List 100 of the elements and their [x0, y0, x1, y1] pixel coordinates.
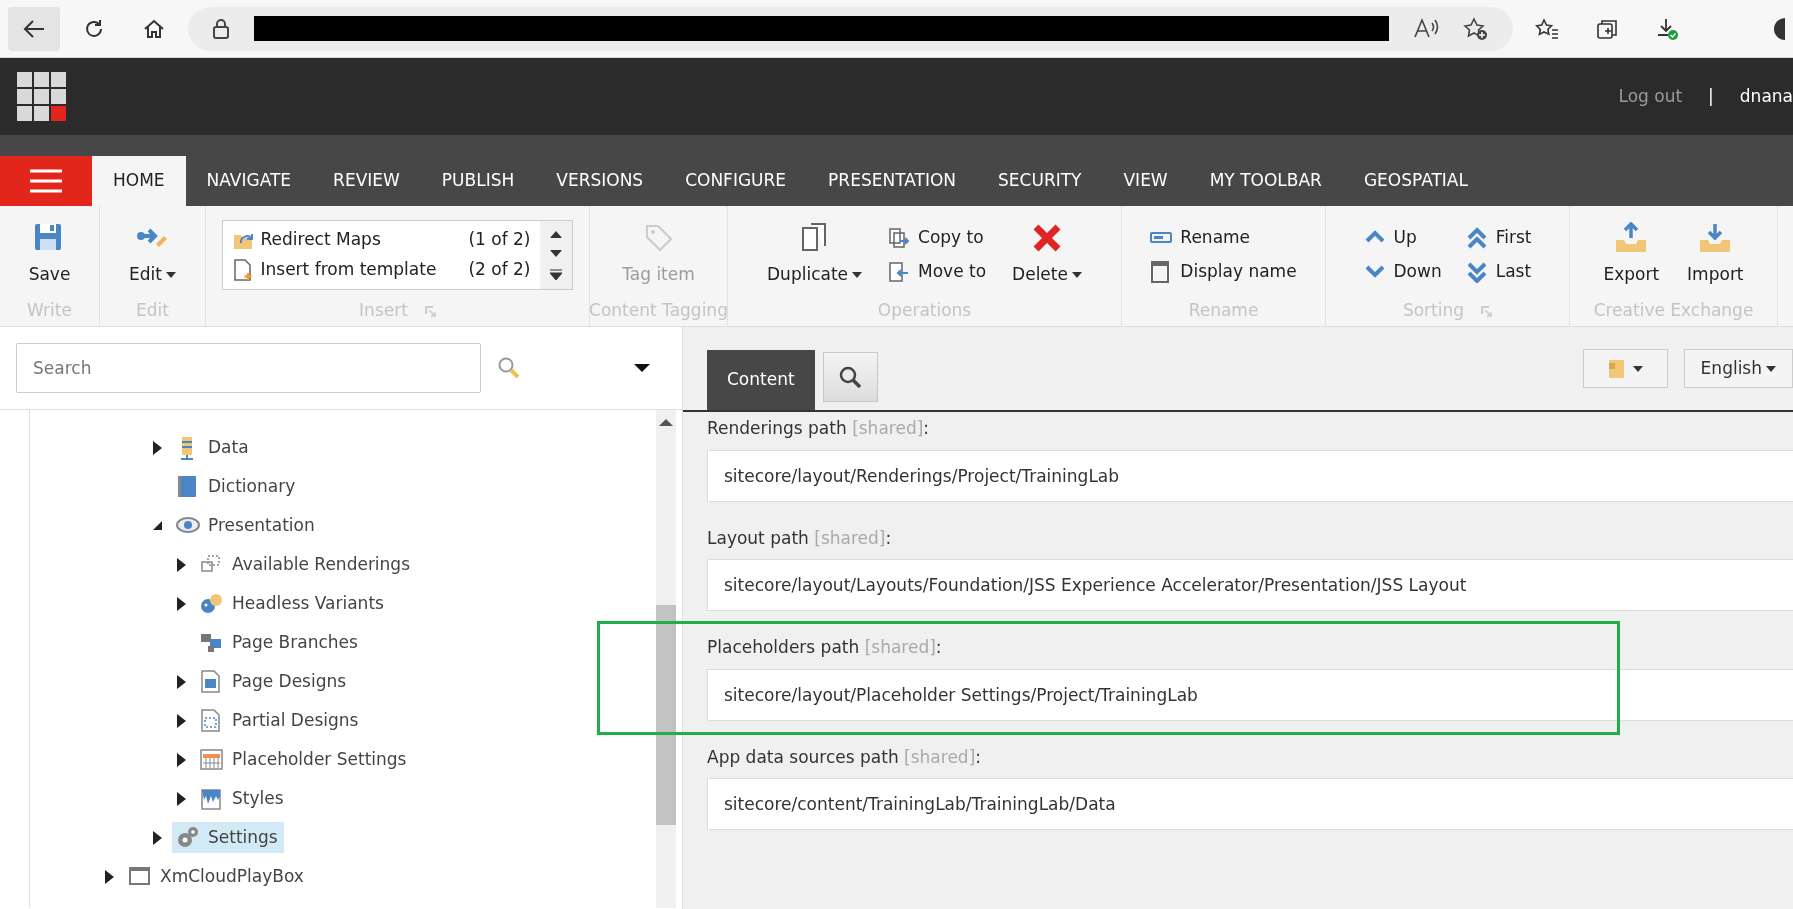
language-dropdown[interactable]: English	[1683, 349, 1793, 388]
logout-link[interactable]: Log out	[1618, 83, 1683, 110]
expand-toggle-icon[interactable]	[152, 440, 162, 455]
field-label: Renderings path [shared]:	[707, 417, 931, 440]
tree-item[interactable]: Page Branches	[196, 626, 364, 659]
ribbon-tab[interactable]: MY TOOLBAR	[1188, 156, 1343, 206]
ribbon-button[interactable]: Export	[1597, 222, 1666, 288]
download-icon[interactable]	[1655, 16, 1679, 41]
text-field[interactable]: sitecore/layout/Placeholder Settings/Project/TrainingLab	[707, 668, 1793, 721]
ribbon-button[interactable]: Display name	[1146, 257, 1301, 287]
ribbon-button[interactable]: Import	[1681, 222, 1750, 288]
caret-icon	[1766, 365, 1776, 372]
notebook-icon	[1607, 358, 1625, 379]
scroll-up-icon[interactable]	[550, 230, 563, 240]
caret-icon	[1071, 272, 1082, 278]
ribbon-button[interactable]: Up	[1359, 223, 1446, 253]
ribbon-tab[interactable]: GEOSPATIAL	[1342, 156, 1489, 206]
ribbon-tab[interactable]: VERSIONS	[535, 156, 665, 206]
field-label: Placeholders path [shared]:	[707, 636, 943, 659]
text-field[interactable]: sitecore/layout/Layouts/Foundation/JSS Experience Accelerator/Presentation/JSS Layout	[707, 559, 1793, 611]
collapse-toggle-icon[interactable]	[152, 521, 162, 530]
ribbon-tab[interactable]: CONFIGURE	[664, 156, 808, 206]
tree-item[interactable]: Settings	[172, 821, 284, 854]
ribbon-button[interactable]: Copy to	[884, 223, 991, 253]
search-icon[interactable]	[497, 356, 521, 380]
expand-toggle-icon[interactable]	[152, 830, 162, 845]
ribbon-tab[interactable]: VIEW	[1102, 156, 1189, 206]
ribbon-button[interactable]: Save	[22, 222, 77, 288]
tree-item[interactable]: Headless Variants	[196, 587, 390, 620]
expand-toggle-icon[interactable]	[176, 791, 186, 806]
tree-item[interactable]: Available Renderings	[196, 548, 417, 581]
ribbon-button[interactable]: Rename	[1146, 223, 1301, 253]
ribbon-tab[interactable]: PRESENTATION	[807, 156, 978, 206]
ribbon-tab[interactable]: PUBLISH	[420, 156, 536, 206]
download-tray-icon	[1699, 222, 1732, 255]
search-field[interactable]: Search	[16, 343, 481, 393]
tree-item[interactable]: Styles	[196, 782, 290, 815]
expand-gallery-icon[interactable]	[550, 268, 563, 280]
add-favorite-icon[interactable]	[1463, 16, 1489, 41]
new-page-icon	[232, 259, 253, 281]
expand-toggle-icon[interactable]	[176, 752, 186, 767]
collections-icon[interactable]	[1596, 17, 1618, 40]
home-icon[interactable]	[143, 17, 165, 40]
content-tab[interactable]: Content	[707, 350, 815, 410]
search-icon	[839, 366, 862, 388]
move-to-icon	[888, 261, 911, 283]
menu-button[interactable]	[0, 156, 92, 206]
scrollbar-thumb[interactable]	[656, 605, 676, 825]
insert-option[interactable]: Redirect Maps (1 of 2)	[226, 225, 537, 255]
app-logo-icon[interactable]	[16, 71, 68, 122]
tree-item[interactable]: Dictionary	[172, 470, 302, 503]
ribbon-tab[interactable]: HOME	[92, 156, 186, 206]
expand-toggle-icon[interactable]	[176, 596, 186, 611]
tree-item[interactable]: Data	[172, 431, 255, 464]
caret-icon	[165, 272, 176, 278]
separator-text: |	[1708, 84, 1714, 108]
search-tab-button[interactable]	[822, 352, 878, 402]
copy-to-icon	[888, 227, 911, 249]
user-name[interactable]: dnana	[1739, 83, 1793, 110]
text-field[interactable]: sitecore/layout/Renderings/Project/TrainingLab	[707, 449, 1793, 502]
scroll-up-icon[interactable]	[659, 418, 673, 427]
ribbon-button[interactable]: Duplicate	[761, 222, 869, 288]
double-chevron-down-icon	[1465, 261, 1488, 283]
double-chevron-up-icon	[1465, 227, 1488, 249]
tree-item[interactable]: Partial Designs	[196, 704, 365, 737]
grid-table-icon	[200, 747, 224, 772]
field-label: App data sources path [shared]:	[707, 745, 982, 769]
tree-item[interactable]: Presentation	[172, 509, 321, 542]
expand-toggle-icon[interactable]	[176, 557, 186, 572]
tree-item[interactable]: XmCloudPlayBox	[124, 860, 310, 893]
ribbon-tab[interactable]: NAVIGATE	[185, 156, 313, 206]
ribbon-tab[interactable]: REVIEW	[312, 156, 421, 206]
caret-icon	[1632, 365, 1643, 372]
caret-icon[interactable]	[634, 364, 650, 372]
profile-icon[interactable]	[1773, 16, 1785, 41]
ribbon-button[interactable]: Last	[1461, 257, 1536, 287]
paint-drip-icon	[200, 786, 224, 811]
tree-item[interactable]: Placeholder Settings	[196, 743, 413, 776]
back-icon[interactable]	[22, 17, 46, 40]
ribbon-button[interactable]: First	[1461, 223, 1536, 253]
upload-tray-icon	[1615, 222, 1648, 255]
refresh-icon[interactable]	[83, 17, 105, 40]
tree-item[interactable]: Page Designs	[196, 665, 353, 698]
ribbon-button[interactable]: Delete	[1006, 222, 1088, 288]
expand-toggle-icon[interactable]	[176, 713, 186, 728]
ribbon-button[interactable]: Edit	[123, 222, 182, 288]
field-label: Layout path [shared]:	[707, 526, 893, 550]
expand-toggle-icon[interactable]	[104, 869, 114, 884]
caret-icon	[852, 272, 863, 278]
menu-icon	[30, 169, 62, 193]
lock-icon	[212, 17, 230, 40]
expand-toggle-icon[interactable]	[176, 674, 186, 689]
read-aloud-icon[interactable]	[1413, 16, 1439, 39]
ribbon-button[interactable]: Down	[1359, 257, 1446, 287]
text-field[interactable]: sitecore/content/TrainingLab/TrainingLab/Data	[707, 778, 1793, 830]
scroll-down-icon[interactable]	[550, 249, 563, 259]
ribbon-button[interactable]: Move to	[884, 257, 991, 287]
insert-option[interactable]: Insert from template (2 of 2)	[226, 255, 537, 285]
favorites-icon[interactable]	[1535, 17, 1559, 40]
ribbon-tab[interactable]: SECURITY	[977, 156, 1103, 206]
